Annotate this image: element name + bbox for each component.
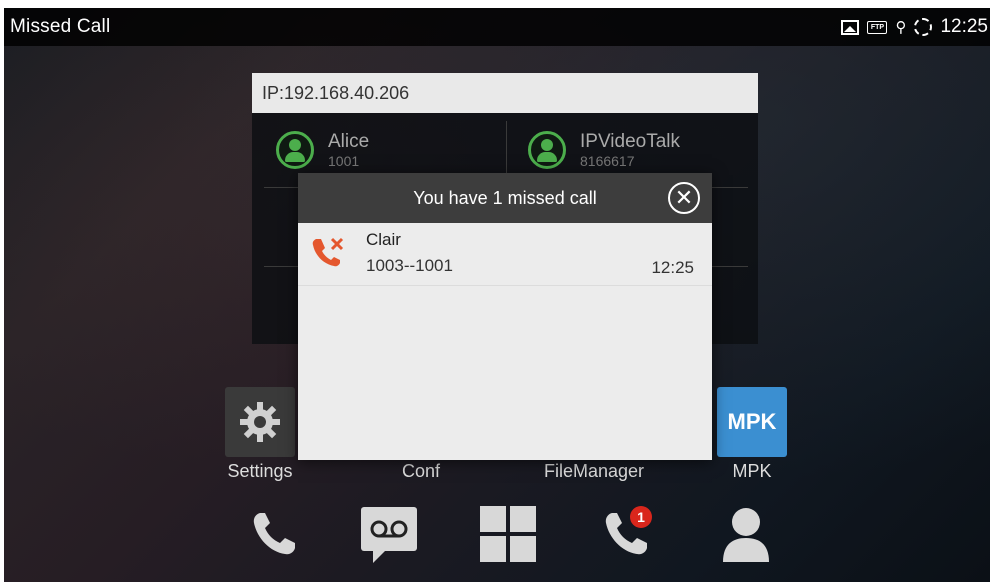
contacts-icon — [723, 508, 769, 562]
ftp-icon: FTP — [867, 20, 888, 34]
app-settings[interactable]: Settings — [215, 387, 305, 482]
phone-icon — [253, 513, 295, 555]
apps-grid-icon — [480, 506, 536, 562]
caller-name: Clair — [366, 230, 401, 249]
app-label: Conf — [401, 461, 441, 481]
app-mpk[interactable]: MPK MPK — [707, 387, 797, 482]
account-name: Alice — [328, 131, 370, 152]
dock-apps[interactable] — [476, 502, 540, 566]
missed-call-badge: 1 — [630, 506, 652, 528]
account-number: 1001 — [328, 153, 360, 169]
app-label: MPK — [732, 461, 772, 481]
status-clock: 12:25 — [940, 16, 988, 37]
voicemail-icon — [361, 507, 417, 563]
dialog-header: You have 1 missed call ✕ — [298, 173, 712, 223]
account-name: IPVideoTalk — [580, 131, 680, 152]
dock-phone[interactable] — [242, 502, 306, 566]
missed-call-icon — [312, 237, 344, 267]
call-time: 12:25 — [651, 258, 694, 277]
mpk-tile-text: MPK — [727, 409, 777, 434]
status-bar: Missed Call FTP ⚲ 12:25 — [4, 8, 990, 46]
dock-call-history[interactable]: 1 — [594, 502, 658, 566]
panel-divider — [708, 187, 748, 188]
status-icons: FTP ⚲ 12:25 — [841, 8, 990, 46]
caller-numbers: 1003--1001 — [366, 256, 453, 275]
mpk-icon: MPK — [717, 387, 787, 457]
account-item-alice[interactable]: Alice 1001 — [276, 131, 369, 169]
sync-icon — [914, 18, 933, 36]
account-item-ipvideotalk[interactable]: IPVideoTalk 8166617 — [528, 131, 680, 169]
close-icon[interactable]: ✕ — [668, 182, 700, 214]
status-bar-title: Missed Call — [10, 16, 111, 37]
usb-icon: ⚲ — [895, 19, 907, 36]
ip-address-header: IP:192.168.40.206 — [252, 73, 758, 113]
account-avatar-icon — [276, 131, 314, 169]
dock-contacts[interactable] — [714, 502, 778, 566]
account-number: 8166617 — [580, 153, 635, 169]
missed-call-dialog: You have 1 missed call ✕ Clair 1003--100… — [298, 173, 712, 460]
app-label: FileManager — [544, 461, 645, 481]
gear-icon — [225, 387, 295, 457]
dock-voicemail[interactable] — [357, 502, 421, 566]
missed-call-item[interactable]: Clair 1003--1001 12:25 — [298, 223, 712, 286]
app-label: Settings — [227, 461, 293, 481]
home-screen: Missed Call FTP ⚲ 12:25 IP:192.168.40.20… — [4, 8, 990, 582]
account-avatar-icon — [528, 131, 566, 169]
gallery-icon — [841, 19, 860, 35]
panel-divider — [708, 266, 748, 267]
dialog-title: You have 1 missed call — [413, 187, 597, 208]
